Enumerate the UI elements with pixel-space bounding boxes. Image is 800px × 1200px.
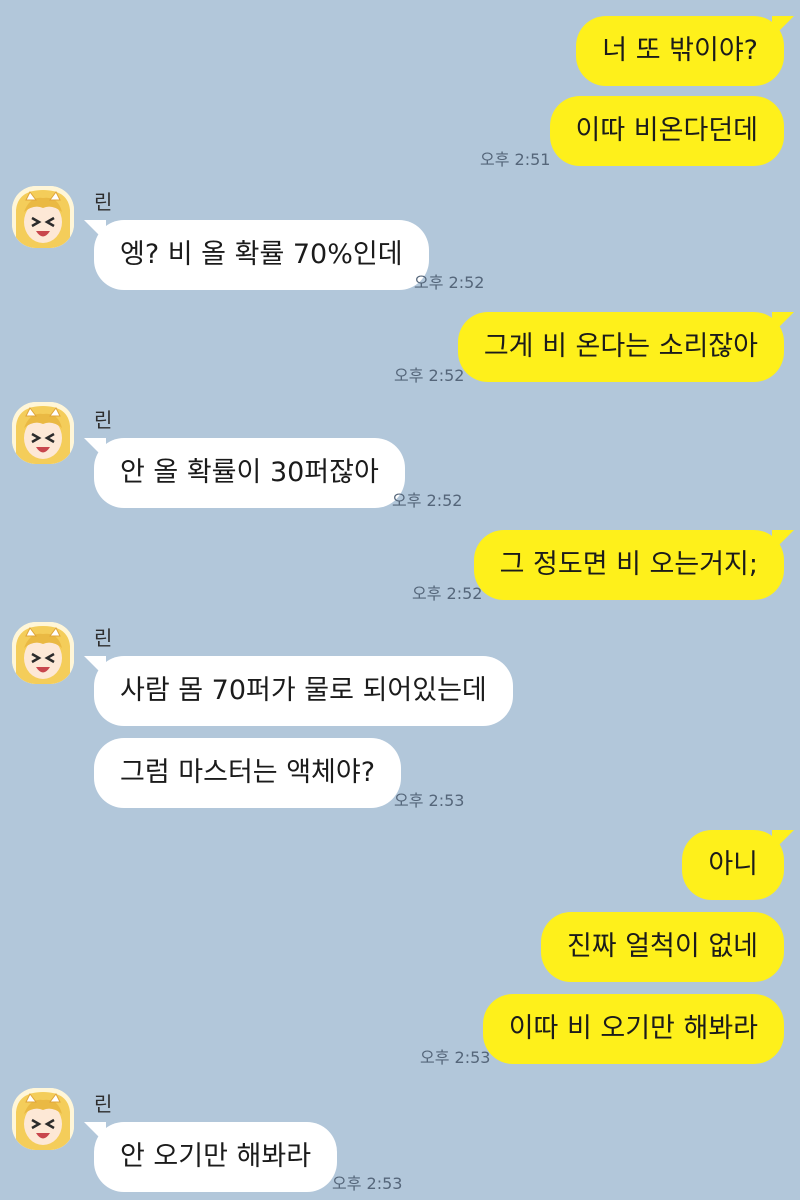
message-timestamp: 오후 2:52 — [412, 584, 483, 603]
my-message-bubble[interactable]: 그 정도면 비 오는거지; — [473, 530, 795, 600]
message-timestamp: 오후 2:53 — [420, 1048, 491, 1067]
girl-avatar-icon — [12, 622, 74, 684]
sender-name: 린 — [94, 190, 113, 214]
message-timestamp: 오후 2:53 — [332, 1174, 403, 1193]
message-timestamp: 오후 2:52 — [414, 273, 485, 292]
girl-avatar-icon — [12, 402, 74, 464]
my-message-bubble[interactable]: 그게 비 온다는 소리잖아 — [457, 312, 795, 382]
sender-name: 린 — [94, 626, 113, 650]
profile-avatar[interactable] — [12, 186, 74, 248]
message-timestamp: 오후 2:52 — [394, 366, 465, 385]
their-message-bubble[interactable]: 안 올 확률이 30퍼잖아 — [84, 438, 405, 508]
my-message-bubble[interactable]: 이따 비온다던데 — [549, 96, 784, 166]
sender-name: 린 — [94, 1092, 113, 1116]
profile-avatar[interactable] — [12, 402, 74, 464]
my-message-bubble[interactable]: 아니 — [682, 830, 794, 900]
my-message-bubble[interactable]: 이따 비 오기만 해봐라 — [482, 994, 784, 1064]
message-timestamp: 오후 2:52 — [392, 491, 463, 510]
message-timestamp: 오후 2:53 — [394, 791, 465, 810]
profile-avatar[interactable] — [12, 622, 74, 684]
girl-avatar-icon — [12, 1088, 74, 1150]
their-message-bubble[interactable]: 그럼 마스터는 액체야? — [94, 738, 402, 808]
profile-avatar[interactable] — [12, 1088, 74, 1150]
my-message-bubble[interactable]: 진짜 얼척이 없네 — [540, 912, 784, 982]
their-message-bubble[interactable]: 엥? 비 올 확률 70%인데 — [84, 220, 429, 290]
their-message-bubble[interactable]: 사람 몸 70퍼가 물로 되어있는데 — [84, 656, 513, 726]
their-message-bubble[interactable]: 안 오기만 해봐라 — [83, 1122, 338, 1192]
message-timestamp: 오후 2:51 — [480, 150, 551, 169]
my-message-bubble[interactable]: 너 또 밖이야? — [576, 16, 794, 86]
girl-avatar-icon — [12, 186, 74, 248]
sender-name: 린 — [94, 408, 113, 432]
